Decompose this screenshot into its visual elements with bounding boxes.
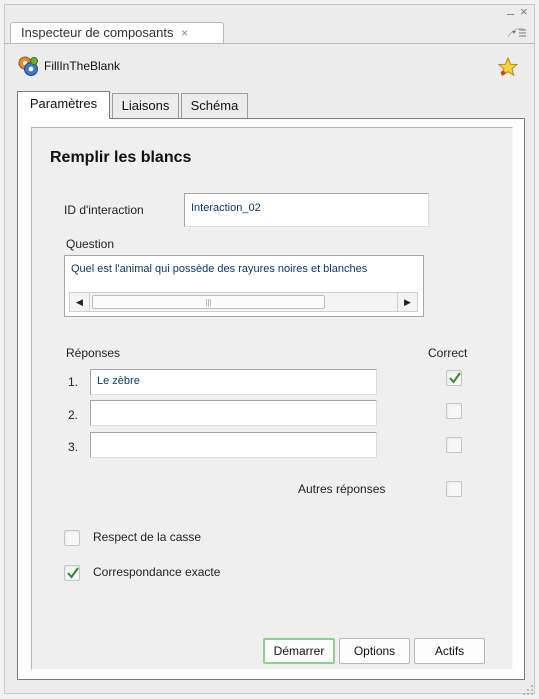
correct-checkbox-2[interactable] bbox=[446, 403, 462, 419]
other-answers-label: Autres réponses bbox=[298, 482, 386, 496]
panel-title-tab[interactable]: Inspecteur de composants × bbox=[10, 22, 224, 44]
close-icon[interactable]: × bbox=[520, 4, 528, 19]
answer-input-3[interactable] bbox=[90, 432, 377, 458]
question-horizontal-scrollbar[interactable]: ◀ ||| ▶ bbox=[69, 292, 418, 312]
scroll-left-arrow-icon[interactable]: ◀ bbox=[70, 293, 90, 311]
star-icon[interactable] bbox=[497, 56, 519, 78]
resize-grip-icon[interactable] bbox=[522, 684, 534, 696]
component-name: FillInTheBlank bbox=[44, 59, 121, 73]
panel-title: Inspecteur de composants bbox=[21, 25, 174, 40]
answer-number: 3. bbox=[68, 440, 79, 454]
tab-close-icon[interactable]: × bbox=[181, 26, 188, 40]
interaction-id-label: ID d'interaction bbox=[64, 203, 144, 217]
correct-checkbox-3[interactable] bbox=[446, 437, 462, 453]
component-gears-icon bbox=[16, 54, 40, 78]
answers-label: Réponses bbox=[66, 346, 121, 360]
options-button[interactable]: Options bbox=[339, 638, 410, 664]
checkmark-icon bbox=[449, 372, 461, 384]
correct-checkbox-1[interactable] bbox=[446, 370, 462, 386]
form-title: Remplir les blancs bbox=[50, 149, 192, 166]
tab-liaisons[interactable]: Liaisons bbox=[112, 93, 179, 118]
correct-label: Correct bbox=[428, 346, 468, 360]
case-sensitive-label[interactable]: Respect de la casse bbox=[93, 530, 201, 544]
panel-menu-icon[interactable] bbox=[506, 22, 530, 40]
title-divider bbox=[4, 43, 535, 44]
answer-input-1[interactable]: Le zèbre bbox=[90, 369, 377, 395]
exact-match-checkbox[interactable] bbox=[64, 565, 80, 581]
case-sensitive-checkbox[interactable] bbox=[64, 530, 80, 546]
answer-input-2[interactable] bbox=[90, 400, 377, 426]
exact-match-label[interactable]: Correspondance exacte bbox=[93, 565, 220, 579]
checkmark-icon bbox=[67, 567, 79, 579]
other-answers-checkbox[interactable] bbox=[446, 481, 462, 497]
start-button[interactable]: Démarrer bbox=[263, 638, 335, 664]
scroll-right-arrow-icon[interactable]: ▶ bbox=[397, 293, 417, 311]
interaction-id-input[interactable]: Interaction_02 bbox=[184, 193, 429, 227]
question-label: Question bbox=[66, 237, 115, 251]
scrollbar-thumb[interactable]: ||| bbox=[92, 295, 325, 309]
assets-button[interactable]: Actifs bbox=[414, 638, 485, 664]
minimize-icon[interactable]: – bbox=[507, 6, 514, 21]
question-text[interactable]: Quel est l'animal qui possède des rayure… bbox=[71, 263, 421, 275]
tab-parametres[interactable]: Paramètres bbox=[17, 91, 110, 119]
answer-number: 2. bbox=[68, 408, 79, 422]
tab-schema[interactable]: Schéma bbox=[181, 93, 248, 118]
answer-number: 1. bbox=[68, 375, 79, 389]
